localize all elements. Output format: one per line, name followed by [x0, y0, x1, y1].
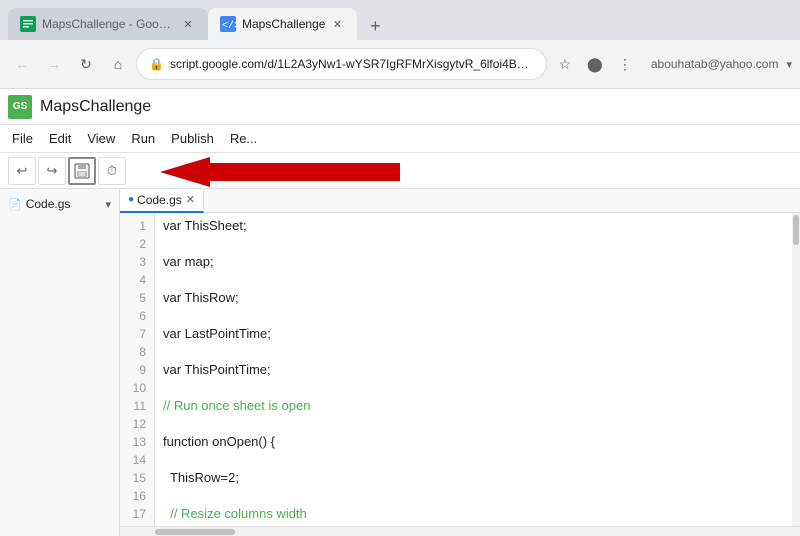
tab-script[interactable]: </> MapsChallenge ✕ — [208, 8, 357, 40]
code-content-area: 1234567891011121314151617181920212223242… — [120, 213, 800, 526]
line-number: 8 — [120, 343, 154, 361]
code-line: var LastPointTime; — [163, 325, 784, 343]
line-number: 10 — [120, 379, 154, 397]
code-line: var ThisRow; — [163, 289, 784, 307]
script-favicon: </> — [220, 16, 236, 32]
code-line: // Resize columns width — [163, 505, 784, 523]
sidebar-file-label: Code.gs — [26, 197, 71, 211]
sheets-favicon — [20, 16, 36, 32]
tab-sheets[interactable]: MapsChallenge - Google Sheets ✕ — [8, 8, 208, 40]
tab-bar: MapsChallenge - Google Sheets ✕ </> Maps… — [0, 0, 800, 40]
code-line: var ThisSheet; — [163, 217, 784, 235]
line-number: 4 — [120, 271, 154, 289]
new-tab-button[interactable]: + — [361, 12, 389, 40]
address-bar: ← → ↻ ⌂ 🔒 script.google.com/d/1L2A3yNw1-… — [0, 40, 800, 88]
menu-file[interactable]: File — [4, 127, 41, 150]
code-tab-dot: ● — [128, 194, 134, 205]
app-header: GS MapsChallenge — [0, 89, 800, 125]
code-line: ThisRow=2; — [163, 469, 784, 487]
user-dropdown-icon[interactable]: ▾ — [786, 58, 792, 71]
app-title: MapsChallenge — [40, 98, 792, 116]
code-lines[interactable]: var ThisSheet; var map; var ThisRow; var La… — [155, 213, 792, 526]
line-number: 12 — [120, 415, 154, 433]
back-button[interactable]: ← — [8, 50, 36, 78]
forward-button[interactable]: → — [40, 50, 68, 78]
code-line — [163, 235, 784, 253]
sidebar-file-code[interactable]: 📄 Code.gs ▾ — [0, 193, 119, 215]
svg-text:</>: </> — [222, 20, 236, 32]
sidebar: 📄 Code.gs ▾ — [0, 189, 120, 536]
line-number: 7 — [120, 325, 154, 343]
line-number: 5 — [120, 289, 154, 307]
code-line: var ThisPointTime; — [163, 361, 784, 379]
address-text: script.google.com/d/1L2A3yNw1-wYSR7IgRFM… — [170, 57, 534, 71]
menu-edit[interactable]: Edit — [41, 127, 79, 150]
line-number: 1 — [120, 217, 154, 235]
red-arrow-indicator — [160, 157, 400, 190]
home-button[interactable]: ⌂ — [104, 50, 132, 78]
code-tab-active[interactable]: ● Code.gs ✕ — [120, 189, 204, 213]
bookmark-icon[interactable]: ☆ — [551, 50, 579, 78]
line-number: 6 — [120, 307, 154, 325]
browser-chrome: MapsChallenge - Google Sheets ✕ </> Maps… — [0, 0, 800, 89]
file-icon: 📄 — [8, 198, 22, 211]
reload-button[interactable]: ↻ — [72, 50, 100, 78]
tab-sheets-label: MapsChallenge - Google Sheets — [42, 17, 176, 31]
code-tab-label: Code.gs — [137, 193, 182, 207]
line-number: 16 — [120, 487, 154, 505]
code-line — [163, 307, 784, 325]
menu-bar: File Edit View Run Publish Re... — [0, 125, 800, 153]
code-line: // Run once sheet is open — [163, 397, 784, 415]
tab-script-label: MapsChallenge — [242, 17, 325, 31]
line-numbers: 1234567891011121314151617181920212223242… — [120, 213, 155, 526]
code-line — [163, 343, 784, 361]
tab-sheets-close[interactable]: ✕ — [180, 16, 196, 32]
app-logo: GS — [8, 95, 32, 119]
line-number: 3 — [120, 253, 154, 271]
redo-button[interactable]: ↪ — [38, 157, 66, 185]
editor-body: 📄 Code.gs ▾ ● Code.gs ✕ 1234567891011121… — [0, 189, 800, 536]
menu-view[interactable]: View — [79, 127, 123, 150]
menu-publish[interactable]: Publish — [163, 127, 222, 150]
scrollbar-vertical[interactable] — [792, 213, 800, 526]
lock-icon: 🔒 — [149, 57, 164, 71]
code-line — [163, 415, 784, 433]
line-number: 15 — [120, 469, 154, 487]
undo-button[interactable]: ↩ — [8, 157, 36, 185]
editor-toolbar: ↩ ↪ ⏱ — [0, 153, 800, 189]
extensions-icon[interactable]: ⬤ — [581, 50, 609, 78]
clock-button[interactable]: ⏱ — [98, 157, 126, 185]
code-line — [163, 487, 784, 505]
code-line — [163, 379, 784, 397]
menu-run[interactable]: Run — [123, 127, 163, 150]
menu-resources[interactable]: Re... — [222, 127, 265, 150]
save-button[interactable] — [68, 157, 96, 185]
line-number: 13 — [120, 433, 154, 451]
code-tab-close[interactable]: ✕ — [186, 193, 195, 206]
browser-toolbar: ☆ ⬤ ⋮ — [551, 50, 639, 78]
line-number: 9 — [120, 361, 154, 379]
code-editor: ● Code.gs ✕ 1234567891011121314151617181… — [120, 189, 800, 536]
menu-dots-icon[interactable]: ⋮ — [611, 50, 639, 78]
line-number: 11 — [120, 397, 154, 415]
code-line — [163, 451, 784, 469]
line-number: 2 — [120, 235, 154, 253]
code-line: var map; — [163, 253, 784, 271]
address-field[interactable]: 🔒 script.google.com/d/1L2A3yNw1-wYSR7IgR… — [136, 48, 547, 80]
code-line: function onOpen() { — [163, 433, 784, 451]
sidebar-file-dropdown[interactable]: ▾ — [105, 198, 111, 211]
code-line — [163, 271, 784, 289]
user-email: abouhatab@yahoo.com — [651, 57, 779, 71]
scrollbar-thumb-v[interactable] — [793, 215, 799, 245]
tab-script-close[interactable]: ✕ — [329, 16, 345, 32]
scrollbar-thumb-h[interactable] — [155, 529, 235, 535]
line-number: 17 — [120, 505, 154, 523]
line-number: 14 — [120, 451, 154, 469]
code-tab-bar: ● Code.gs ✕ — [120, 189, 800, 213]
